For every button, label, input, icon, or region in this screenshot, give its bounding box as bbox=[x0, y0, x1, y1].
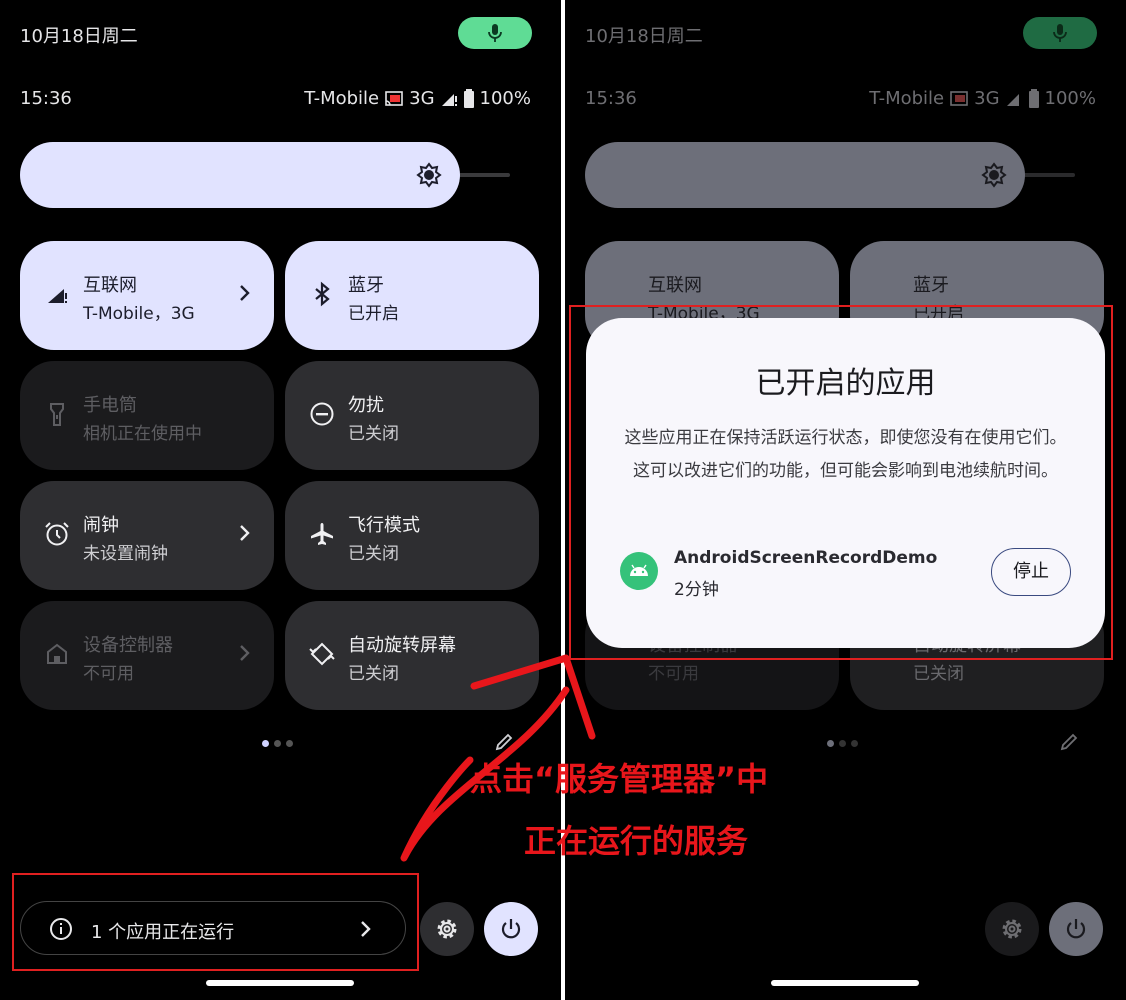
annotation-text-line1: 点击“服务管理器”中 bbox=[470, 760, 769, 798]
annotation-text-line2: 正在运行的服务 bbox=[524, 822, 749, 860]
